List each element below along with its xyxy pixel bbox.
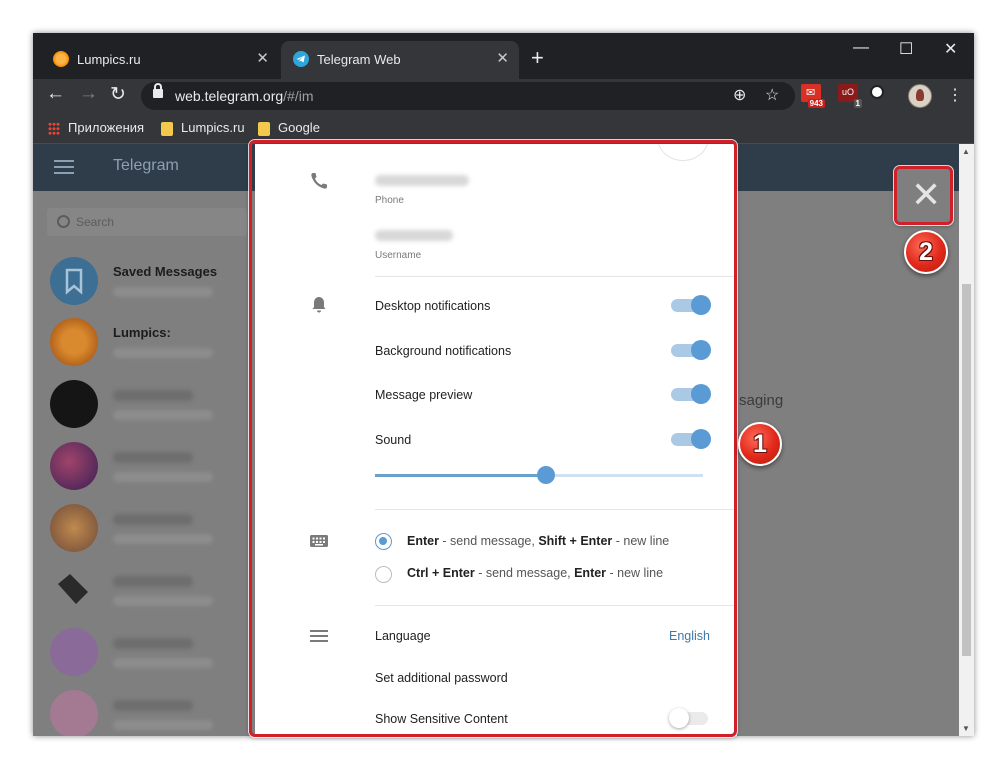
chat-item[interactable]: [50, 566, 250, 624]
chat-preview-blurred: [113, 720, 213, 730]
forward-arrow-icon[interactable]: →: [79, 83, 98, 105]
chat-name-blurred: [113, 452, 193, 463]
apps-grid-icon: [48, 121, 60, 136]
annotation-badge-1: 1: [738, 422, 782, 466]
chat-preview-blurred: [113, 348, 213, 358]
minimize-button[interactable]: —: [853, 39, 869, 57]
folder-icon: [258, 121, 270, 136]
bookmark-google[interactable]: Google: [258, 120, 320, 136]
chat-preview-blurred: [113, 658, 213, 668]
chat-item[interactable]: [50, 504, 250, 562]
chat-item[interactable]: [50, 690, 250, 736]
back-arrow-icon[interactable]: ←: [46, 83, 65, 105]
annotation-badge-2: 2: [904, 230, 948, 274]
chat-name-blurred: [113, 390, 193, 401]
avatar: [50, 504, 98, 552]
search-icon: [57, 215, 70, 228]
ublock-icon[interactable]: uO 1: [838, 84, 862, 108]
chat-name-blurred: [113, 700, 193, 711]
url-text[interactable]: web.telegram.org/#/im: [175, 88, 314, 104]
search-input[interactable]: Search: [47, 208, 247, 236]
close-tab-icon[interactable]: ✕: [256, 49, 269, 67]
bookmark-lumpics[interactable]: Lumpics.ru: [161, 120, 245, 136]
background-placeholder-text: saging: [739, 392, 784, 409]
telegram-title: Telegram: [113, 157, 179, 174]
avatar: [50, 628, 98, 676]
chat-preview-blurred: [113, 472, 213, 482]
scroll-down-arrow-icon[interactable]: ▼: [962, 724, 970, 733]
hamburger-menu-icon[interactable]: [54, 160, 74, 162]
chat-item[interactable]: [50, 380, 250, 438]
folder-icon: [161, 121, 173, 136]
menu-kebab-icon[interactable]: ⋮: [947, 85, 963, 105]
chat-name-blurred: [113, 514, 193, 525]
browser-toolbar: ← → ↻ web.telegram.org/#/im ⊕ ☆ ✉ 943 uO…: [33, 79, 974, 115]
bookmark-label: Google: [278, 120, 320, 135]
address-bar[interactable]: web.telegram.org/#/im ⊕ ☆: [141, 82, 795, 110]
ublock-badge: 1: [853, 99, 862, 108]
telegram-plane-icon: [293, 51, 309, 67]
scrollbar-thumb[interactable]: [962, 284, 971, 656]
chat-preview-blurred: [113, 534, 213, 544]
mail-extension-icon[interactable]: ✉ 943: [801, 84, 825, 108]
annotation-highlight-frame: [249, 140, 737, 737]
mail-badge: 943: [807, 99, 825, 108]
chat-name-blurred: [113, 638, 193, 649]
tag-icon: [50, 566, 98, 614]
bookmark-label: Lumpics.ru: [181, 120, 245, 135]
search-placeholder: Search: [76, 215, 115, 229]
tab-title: Telegram Web: [317, 52, 401, 67]
avatar: [50, 690, 98, 736]
avatar: [50, 442, 98, 490]
tab-lumpics[interactable]: Lumpics.ru ✕: [41, 41, 279, 79]
avatar: [50, 318, 98, 366]
chat-preview-blurred: [113, 287, 213, 297]
close-tab-icon[interactable]: ✕: [496, 49, 509, 67]
lock-icon: [153, 83, 163, 98]
chat-list-panel: Search Saved Messages Lumpics:: [33, 191, 253, 736]
bookmark-apps[interactable]: Приложения: [48, 120, 144, 136]
close-settings-button[interactable]: ✕: [894, 166, 953, 225]
chat-preview-blurred: [113, 410, 213, 420]
bookmark-label: Приложения: [68, 120, 145, 135]
chat-name: Saved Messages: [113, 264, 218, 279]
tab-telegram[interactable]: Telegram Web ✕: [281, 41, 519, 79]
profile-avatar[interactable]: [908, 84, 932, 108]
url-host: web.telegram.org: [175, 88, 284, 104]
close-icon: ✕: [911, 174, 942, 215]
tab-title: Lumpics.ru: [77, 52, 141, 67]
new-tab-button[interactable]: +: [531, 45, 544, 71]
chat-item-saved-messages[interactable]: Saved Messages: [50, 257, 250, 315]
url-path: /#/im: [283, 88, 314, 104]
avatar: [50, 380, 98, 428]
bookmark-star-icon[interactable]: ☆: [765, 85, 779, 105]
tab-bar: Lumpics.ru ✕ Telegram Web ✕ + — ☐ ✕: [33, 33, 974, 79]
reload-icon[interactable]: ↻: [110, 83, 126, 106]
close-window-button[interactable]: ✕: [944, 39, 957, 59]
install-app-icon[interactable]: ⊕: [733, 85, 746, 105]
chat-item[interactable]: [50, 442, 250, 500]
chat-item[interactable]: [50, 628, 250, 686]
maximize-button[interactable]: ☐: [899, 39, 913, 59]
bookmark-icon: [50, 257, 98, 305]
chat-name-blurred: [113, 576, 193, 587]
page-scrollbar[interactable]: ▲ ▼: [959, 144, 974, 736]
scroll-up-arrow-icon[interactable]: ▲: [962, 147, 970, 156]
chat-item-lumpics[interactable]: Lumpics:: [50, 318, 250, 376]
orange-slice-icon: [53, 51, 69, 67]
chat-name: Lumpics:: [113, 325, 171, 340]
eye-extension-icon[interactable]: [866, 84, 886, 102]
chat-preview-blurred: [113, 596, 213, 606]
